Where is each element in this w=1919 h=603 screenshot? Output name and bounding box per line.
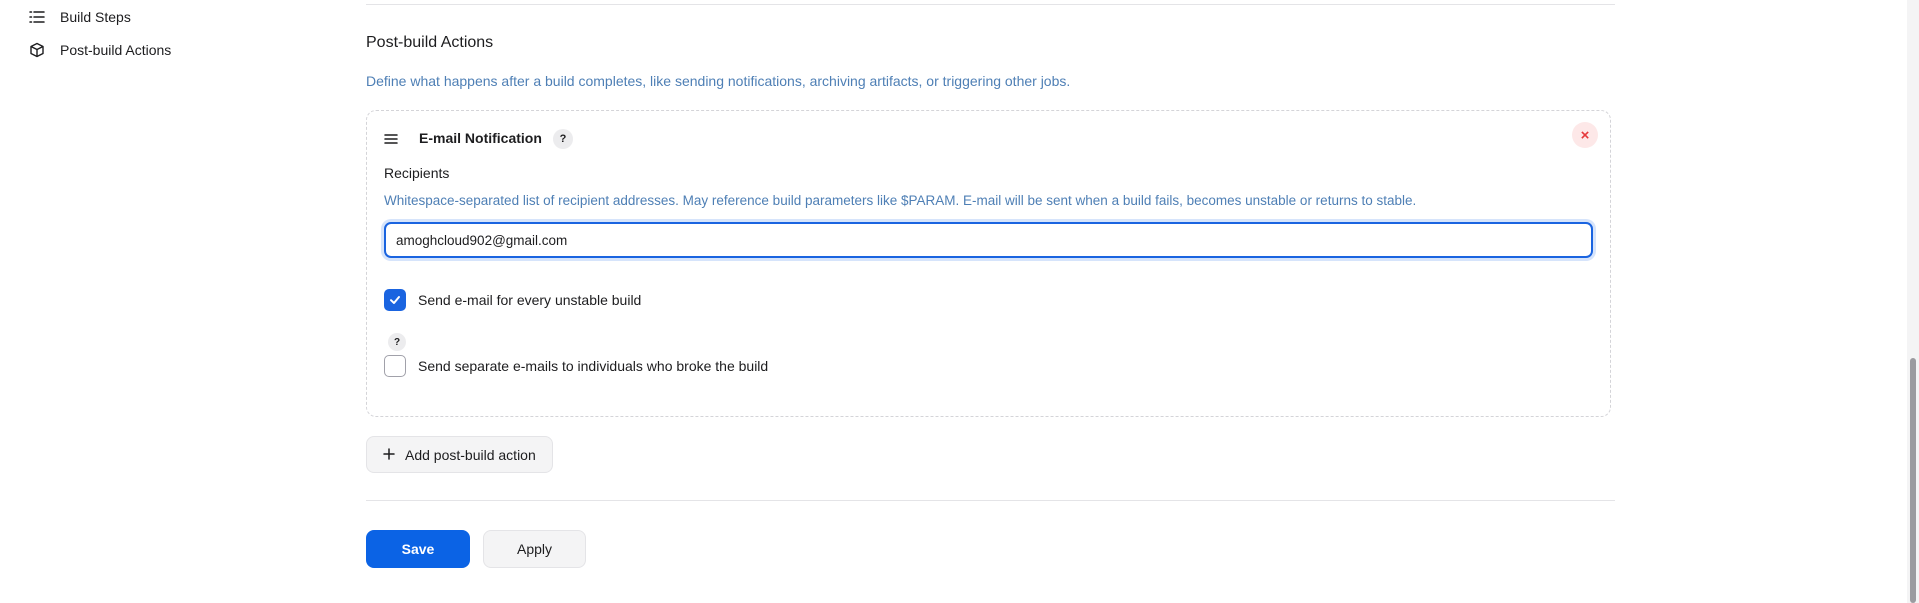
unstable-build-label: Send e-mail for every unstable build <box>418 292 642 308</box>
list-icon <box>28 8 46 26</box>
divider <box>366 4 1615 5</box>
divider <box>366 500 1615 501</box>
sidebar: Build Steps Post-build Actions <box>0 0 300 603</box>
sidebar-item-label: Build Steps <box>60 9 131 25</box>
checkmark-icon <box>390 296 400 304</box>
section-title: Post-build Actions <box>366 34 494 51</box>
drag-handle-icon[interactable] <box>383 131 399 147</box>
unstable-build-option: Send e-mail for every unstable build <box>384 289 641 311</box>
unstable-build-checkbox[interactable] <box>384 289 406 311</box>
separate-emails-checkbox[interactable] <box>384 355 406 377</box>
scrollbar-thumb[interactable] <box>1910 358 1916 603</box>
cube-icon <box>28 41 46 59</box>
separate-emails-option: Send separate e-mails to individuals who… <box>384 355 768 377</box>
email-notification-card: E-mail Notification ? × Recipients White… <box>366 110 1611 417</box>
save-button[interactable]: Save <box>366 530 470 568</box>
plus-icon <box>383 447 395 463</box>
sidebar-item-label: Post-build Actions <box>60 42 172 58</box>
sidebar-item-build-steps[interactable]: Build Steps <box>28 3 131 31</box>
add-post-build-action-label: Add post-build action <box>405 446 536 463</box>
page: Build Steps Post-build Actions Post-buil… <box>0 0 1919 603</box>
recipients-input[interactable] <box>384 222 1593 258</box>
scrollbar[interactable] <box>1907 0 1919 603</box>
help-icon[interactable]: ? <box>553 129 573 149</box>
recipients-label: Recipients <box>384 165 450 181</box>
card-title: E-mail Notification <box>419 130 542 146</box>
apply-button[interactable]: Apply <box>483 530 586 568</box>
add-post-build-action-button[interactable]: Add post-build action <box>366 436 553 473</box>
close-icon[interactable]: × <box>1572 122 1598 148</box>
help-icon[interactable]: ? <box>388 333 406 351</box>
separate-emails-label: Send separate e-mails to individuals who… <box>418 358 769 374</box>
sidebar-item-post-build-actions[interactable]: Post-build Actions <box>28 36 171 64</box>
recipients-description: Whitespace-separated list of recipient a… <box>384 193 1417 208</box>
section-description: Define what happens after a build comple… <box>366 73 1071 89</box>
